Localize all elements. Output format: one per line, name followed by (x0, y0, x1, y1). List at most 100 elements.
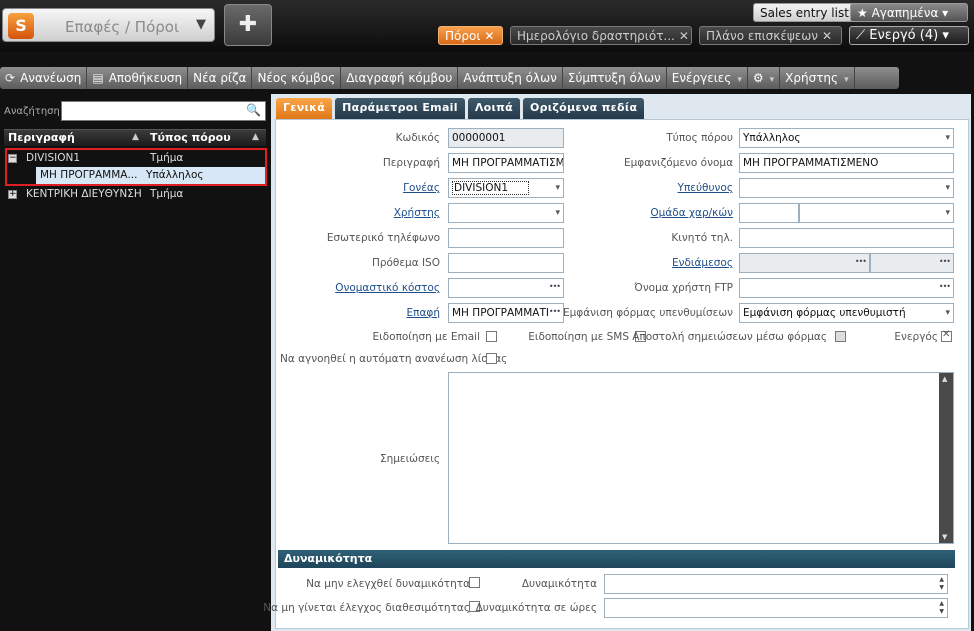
tab-general[interactable]: Γενικά (276, 98, 333, 119)
ftp-user-label: Όνομα χρήστη FTP (634, 282, 733, 294)
sort-icon[interactable]: ▲ (252, 132, 259, 142)
display-name-field[interactable]: ΜΗ ΠΡΟΓΡΑΜΜΑΤΙΣΜΕΝΟ (739, 153, 954, 173)
save-button[interactable]: ▤ Αποθήκευση (87, 67, 189, 89)
contact-lookup[interactable]: ΜΗ ΠΡΟΓΡΑΜΜΑΤΙ (448, 303, 564, 323)
cost-center-lookup[interactable] (448, 278, 564, 298)
ftp-user-lookup[interactable] (739, 278, 954, 298)
capacity-section-header: Δυναμικότητα (278, 550, 955, 568)
sales-entry-list-button[interactable]: Sales entry list (753, 3, 856, 22)
email-notify-checkbox[interactable] (486, 331, 497, 342)
search-label: Αναζήτηση (4, 106, 60, 117)
form-tabs: Γενικά Παράμετροι Email Λοιπά Οριζόμενα … (276, 98, 645, 119)
tab-other[interactable]: Λοιπά (467, 98, 520, 119)
iso-prefix-label: Πρόθεμα ISO (371, 257, 440, 269)
mobile-field[interactable] (739, 228, 954, 248)
collapse-all-button[interactable]: Σύμπτυξη όλων (563, 67, 667, 89)
mobile-label: Κινητό τηλ. (671, 232, 733, 244)
no-check-availability-label: Να μη γίνεται έλεγχος διαθεσιμότητας (263, 602, 470, 614)
column-header-description[interactable]: Περιγραφή (8, 131, 75, 144)
close-icon[interactable]: ✕ (822, 29, 832, 43)
parent-label[interactable]: Γονέας (403, 182, 440, 194)
tab-activity-calendar[interactable]: Ημερολόγιο δραστηριότ... ✕ (510, 26, 692, 45)
sms-notify-label: Ειδοποίηση με SMS (528, 331, 629, 343)
new-root-button[interactable]: Νέα ρίζα (188, 67, 253, 89)
delete-node-button[interactable]: Διαγραφή κόμβου (341, 67, 459, 89)
sort-icon[interactable]: ▲ (132, 132, 139, 142)
send-notes-label: Αποστολή σημειώσεων μέσω φόρμας (632, 331, 827, 343)
search-input[interactable] (61, 101, 266, 121)
chevron-down-icon[interactable]: ▼ (191, 14, 211, 36)
actions-menu[interactable]: Ενέργειες ▾ (667, 67, 748, 89)
resource-type-label: Τύπος πόρου (666, 132, 733, 144)
intermediate-lookup-2[interactable] (870, 253, 954, 273)
reminder-form-select[interactable]: Εμφάνιση φόρμας υπενθυμιστή (739, 303, 954, 323)
responsible-select[interactable] (739, 178, 954, 198)
chevron-down-icon: ▾ (737, 75, 742, 85)
contact-label[interactable]: Επαφή (407, 307, 440, 319)
skill-group-label[interactable]: Ομάδα χαρ/κών (650, 207, 733, 219)
app-selector[interactable]: S Επαφές / Πόροι ▼ (2, 8, 215, 42)
reminder-form-label: Εμφάνιση φόρμας υπενθυμίσεων (562, 307, 733, 319)
gear-icon: ⚙ (752, 71, 764, 85)
expand-icon[interactable]: + (8, 190, 17, 199)
user-label: Χρήστης (785, 71, 839, 85)
no-check-capacity-label: Να μην ελεγχθεί δυναμικότητα (306, 578, 470, 590)
scroll-down-icon[interactable]: ▼ (942, 533, 947, 541)
skill-group-code[interactable] (739, 203, 799, 223)
user-label[interactable]: Χρήστης (394, 207, 440, 219)
iso-prefix-field[interactable] (448, 253, 564, 273)
intermediate-lookup[interactable] (739, 253, 870, 273)
capacity-stepper[interactable] (604, 574, 948, 594)
no-check-capacity-checkbox[interactable] (469, 577, 480, 588)
save-label: Αποθήκευση (108, 71, 183, 85)
responsible-label[interactable]: Υπεύθυνος (678, 182, 733, 194)
user-menu[interactable]: Χρήστης ▾ (780, 67, 855, 89)
skill-group-select[interactable] (799, 203, 954, 223)
tree-row-type: Τμήμα (150, 188, 184, 200)
notes-textarea[interactable]: ▲ ▼ (448, 372, 954, 544)
resource-type-select[interactable]: Υπάλληλος (739, 128, 954, 148)
tab-custom-fields[interactable]: Οριζόμενα πεδία (522, 98, 645, 119)
tab-label: Πλάνο επισκέψεων (706, 29, 818, 43)
expand-all-button[interactable]: Ανάπτυξη όλων (458, 67, 563, 89)
parent-value: DIVISION1 (452, 181, 530, 195)
active-label: Ενεργός (894, 331, 938, 343)
favorites-button[interactable]: ★ Αγαπημένα ▾ (850, 3, 968, 22)
notes-label: Σημειώσεις (379, 453, 440, 465)
tab-resources[interactable]: Πόροι ✕ (438, 26, 503, 45)
puzzle-icon[interactable]: ✚ (224, 4, 272, 46)
capacity-hours-label: Δυναμικότητα σε ώρες (475, 602, 597, 614)
user-select[interactable] (448, 203, 564, 223)
send-notes-checkbox[interactable] (835, 331, 846, 342)
app-logo-icon: S (8, 13, 34, 39)
ignore-refresh-checkbox[interactable] (486, 353, 497, 364)
close-icon[interactable]: ✕ (679, 29, 689, 43)
parent-select[interactable]: DIVISION1 (448, 178, 564, 198)
column-header-type[interactable]: Τύπος πόρου (150, 131, 231, 144)
scroll-up-icon[interactable]: ▲ (942, 375, 947, 383)
tree-row-description: ΚΕΝΤΡΙΚΗ ΔΙΕΥΘΥΝΣΗ (26, 188, 142, 200)
selection-highlight (5, 148, 267, 186)
refresh-button[interactable]: ⟳ Ανανέωση (0, 67, 88, 89)
cost-center-label[interactable]: Ονομαστικό κόστος (335, 282, 440, 294)
tab-label: Πόροι (445, 29, 481, 43)
close-icon[interactable]: ✕ (484, 29, 494, 43)
tab-visit-plan[interactable]: Πλάνο επισκέψεων ✕ (699, 26, 842, 45)
chevron-down-icon: ▾ (769, 75, 775, 85)
active-checkbox[interactable] (941, 329, 952, 342)
tree-row[interactable]: + ΚΕΝΤΡΙΚΗ ΔΙΕΥΘΥΝΣΗ Τμήμα (4, 186, 266, 204)
notes-scrollbar[interactable]: ▲ ▼ (939, 373, 953, 543)
search-icon[interactable]: 🔍 (246, 103, 261, 117)
save-icon: ▤ (92, 71, 104, 85)
description-field[interactable]: ΜΗ ΠΡΟΓΡΑΜΜΑΤΙΣΜΕ (448, 153, 564, 173)
internal-phone-field[interactable] (448, 228, 564, 248)
active-tabs-button[interactable]: ⟋ Ενεργό (4) ▾ (849, 26, 969, 45)
tab-email-params[interactable]: Παράμετροι Email (335, 98, 465, 119)
new-node-button[interactable]: Νέος κόμβος (252, 67, 342, 89)
tree-header: Περιγραφή ▲ Τύπος πόρου ▲ (4, 129, 266, 146)
code-field[interactable]: 00000001 (448, 128, 564, 148)
settings-menu[interactable]: ⚙ ▾ (748, 67, 781, 89)
capacity-hours-stepper[interactable] (604, 598, 948, 618)
intermediate-label[interactable]: Ενδιάμεσος (672, 257, 733, 269)
actions-label: Ενέργειες (671, 71, 732, 85)
